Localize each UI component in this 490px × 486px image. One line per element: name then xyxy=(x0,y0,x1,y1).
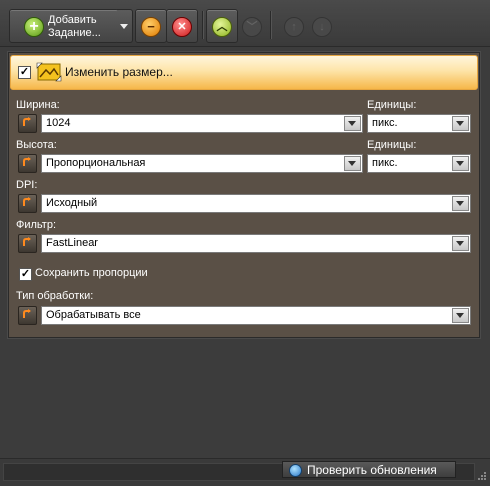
add-task-label: Добавить Задание... xyxy=(48,14,101,39)
move-up-button[interactable]: ︿ xyxy=(206,9,238,43)
width-value: 1024 xyxy=(46,117,71,129)
processing-type-label: Тип обработки: xyxy=(16,290,94,302)
height-units-value: пикс. xyxy=(372,157,398,169)
processing-reset-button[interactable] xyxy=(18,306,37,325)
dpi-dropdown-button[interactable] xyxy=(452,196,469,211)
filter-dropdown-button[interactable] xyxy=(452,236,469,251)
panel-title: Изменить размер... xyxy=(65,65,173,79)
arrow-down-button[interactable]: ↓ xyxy=(306,9,338,43)
toolbar-separator xyxy=(270,11,272,39)
arrow-up-circle-icon: ↑ xyxy=(284,17,304,37)
add-task-dropdown-button[interactable] xyxy=(117,9,133,43)
add-task-button[interactable]: + Добавить Задание... xyxy=(9,9,119,43)
width-select[interactable]: 1024 xyxy=(41,114,363,133)
move-down-button[interactable]: ﹀ xyxy=(236,9,268,43)
chevron-down-icon xyxy=(120,24,128,29)
width-units-value: пикс. xyxy=(372,117,398,129)
height-units-dropdown-button[interactable] xyxy=(452,156,469,171)
processing-type-dropdown-button[interactable] xyxy=(452,308,469,323)
width-reset-button[interactable] xyxy=(18,114,37,133)
height-reset-button[interactable] xyxy=(18,154,37,173)
height-dropdown-button[interactable] xyxy=(344,156,361,171)
filter-select[interactable]: FastLinear xyxy=(41,234,471,253)
width-units-dropdown-button[interactable] xyxy=(452,116,469,131)
remove-task-button[interactable]: − xyxy=(135,9,167,43)
enable-task-checkbox[interactable]: ✓ xyxy=(18,66,31,79)
chevron-down-icon xyxy=(456,241,464,246)
filter-value: FastLinear xyxy=(46,237,98,249)
chevron-down-icon xyxy=(348,121,356,126)
width-units-label: Единицы: xyxy=(367,99,417,111)
dpi-label: DPI: xyxy=(16,179,38,191)
toolbar-separator xyxy=(202,11,204,39)
panel-header: ✓ Изменить размер... xyxy=(10,55,478,90)
keep-proportions-label: Сохранить пропорции xyxy=(35,267,148,279)
chevron-up-circle-icon: ︿ xyxy=(212,17,232,37)
update-globe-icon xyxy=(289,464,302,477)
processing-type-value: Обрабатывать все xyxy=(46,309,141,321)
delete-task-button[interactable]: ✕ xyxy=(166,9,198,43)
dpi-select[interactable]: Исходный xyxy=(41,194,471,213)
processing-type-select[interactable]: Обрабатывать все xyxy=(41,306,471,325)
check-updates-button[interactable]: Проверить обновления xyxy=(282,461,456,478)
width-units-select[interactable]: пикс. xyxy=(367,114,471,133)
dpi-reset-button[interactable] xyxy=(18,194,37,213)
chevron-down-icon xyxy=(456,313,464,318)
resize-task-panel: ✓ Изменить размер... Ширина: Единицы: 10… xyxy=(8,52,480,338)
chevron-down-circle-icon: ﹀ xyxy=(242,17,262,37)
resize-grip-icon[interactable] xyxy=(477,471,487,481)
chevron-down-icon xyxy=(456,121,464,126)
filter-reset-button[interactable] xyxy=(18,234,37,253)
height-value: Пропорциональная xyxy=(46,157,146,169)
width-label: Ширина: xyxy=(16,99,60,111)
reset-arrow-icon xyxy=(23,309,31,318)
reset-arrow-icon xyxy=(23,237,31,246)
keep-proportions-check-box[interactable]: ✓ xyxy=(19,268,32,281)
dpi-value: Исходный xyxy=(46,197,98,209)
width-dropdown-button[interactable] xyxy=(344,116,361,131)
plus-circle-icon: + xyxy=(24,17,44,37)
height-units-select[interactable]: пикс. xyxy=(367,154,471,173)
height-select[interactable]: Пропорциональная xyxy=(41,154,363,173)
toolbar: + Добавить Задание... − ✕ ︿ ﹀ ↑ ↓ xyxy=(0,0,490,47)
height-units-label: Единицы: xyxy=(367,139,417,151)
chevron-down-icon xyxy=(348,161,356,166)
chevron-down-icon xyxy=(456,161,464,166)
arrow-down-circle-icon: ↓ xyxy=(312,17,332,37)
height-label: Высота: xyxy=(16,139,57,151)
chevron-down-icon xyxy=(456,201,464,206)
reset-arrow-icon xyxy=(23,197,31,206)
minus-circle-icon: − xyxy=(141,17,161,37)
check-updates-label: Проверить обновления xyxy=(307,463,437,477)
filter-label: Фильтр: xyxy=(16,219,57,231)
x-circle-icon: ✕ xyxy=(172,17,192,37)
reset-arrow-icon xyxy=(23,157,31,166)
resize-picture-icon xyxy=(36,62,62,82)
reset-arrow-icon xyxy=(23,117,31,126)
